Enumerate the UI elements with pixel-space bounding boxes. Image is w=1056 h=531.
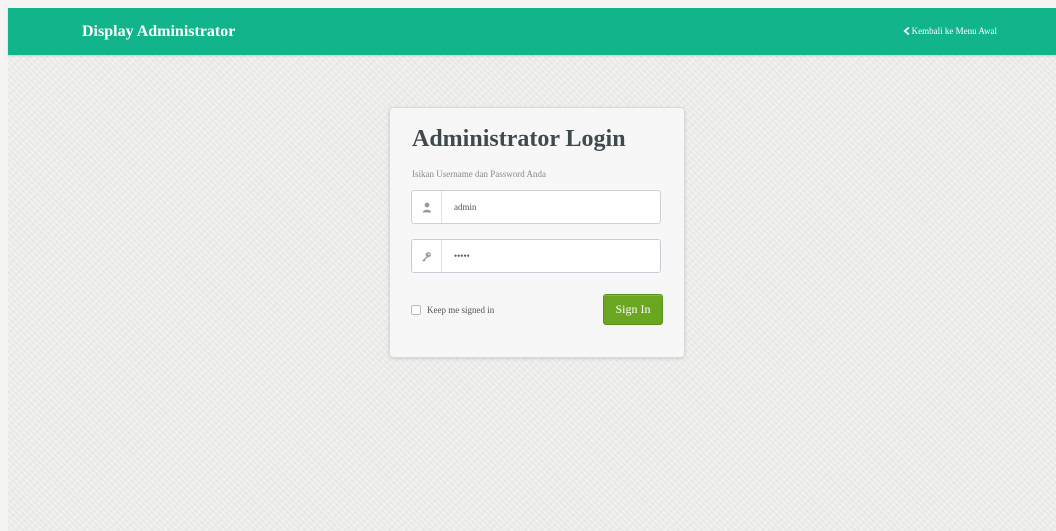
page-background: Display Administrator Kembali ke Menu Aw…: [8, 8, 1056, 531]
user-icon: [422, 202, 431, 212]
remember-checkbox[interactable]: [411, 305, 421, 315]
key-icon: [422, 251, 431, 262]
password-group: [411, 239, 661, 273]
remember-me[interactable]: Keep me signed in: [411, 304, 494, 316]
back-link-label: Kembali ke Menu Awal: [911, 26, 997, 36]
login-card: Administrator Login Isikan Username dan …: [389, 107, 685, 358]
chevron-left-icon: [903, 27, 909, 35]
top-navbar: Display Administrator Kembali ke Menu Aw…: [8, 8, 1056, 55]
username-addon: [412, 191, 442, 223]
login-subtitle: Isikan Username dan Password Anda: [412, 169, 546, 179]
login-title: Administrator Login: [412, 126, 626, 152]
brand-title[interactable]: Display Administrator: [82, 23, 235, 41]
sign-in-button[interactable]: Sign In: [603, 294, 663, 325]
password-input[interactable]: [442, 240, 660, 272]
username-input[interactable]: [442, 191, 660, 223]
password-addon: [412, 240, 442, 272]
remember-label: Keep me signed in: [427, 305, 495, 315]
back-to-menu-link[interactable]: Kembali ke Menu Awal: [903, 25, 997, 37]
username-group: [411, 190, 661, 224]
